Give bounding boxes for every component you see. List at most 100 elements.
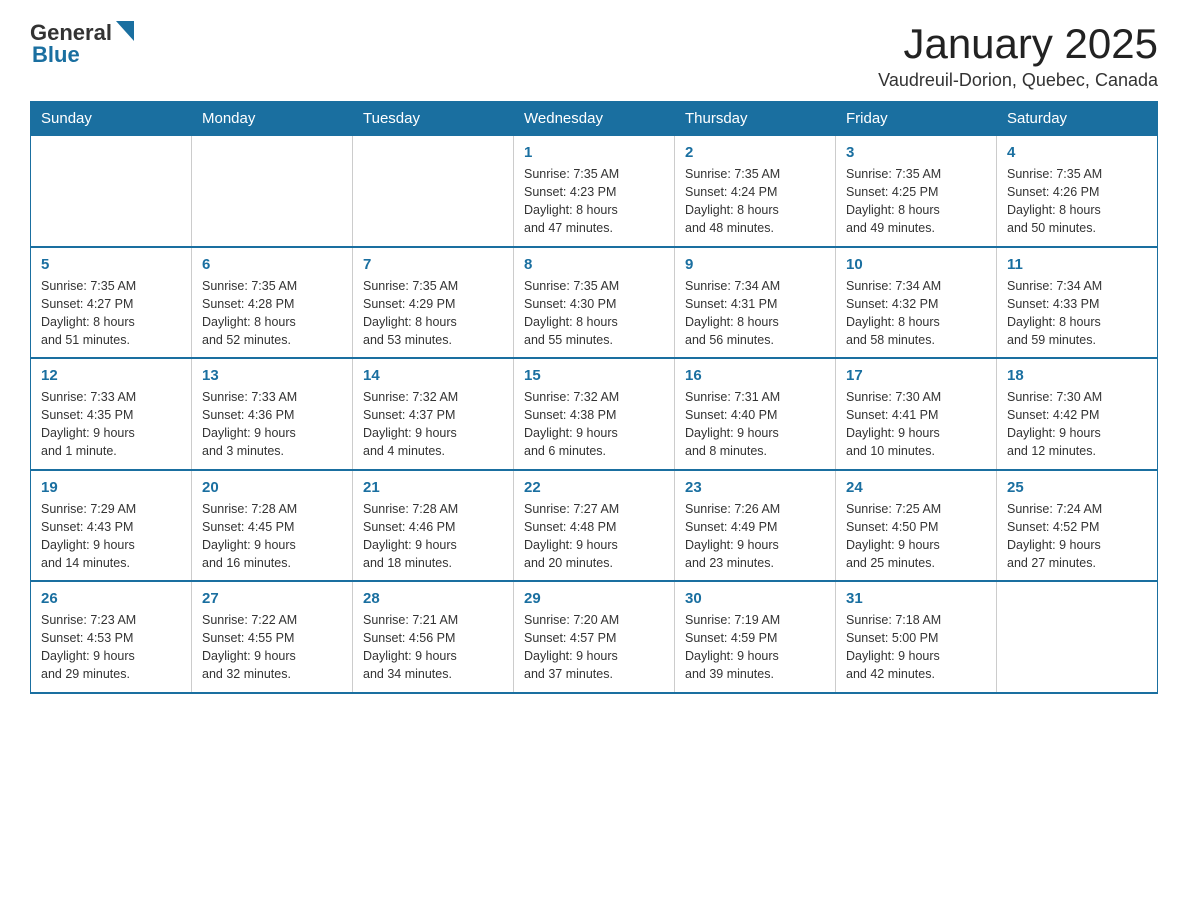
weekday-header: Sunday [31,102,192,136]
day-number: 3 [846,144,986,161]
calendar-header: SundayMondayTuesdayWednesdayThursdayFrid… [31,102,1158,136]
day-number: 7 [363,256,503,273]
calendar-cell: 17Sunrise: 7:30 AM Sunset: 4:41 PM Dayli… [836,358,997,470]
day-info: Sunrise: 7:35 AM Sunset: 4:24 PM Dayligh… [685,165,825,238]
day-number: 21 [363,479,503,496]
day-info: Sunrise: 7:31 AM Sunset: 4:40 PM Dayligh… [685,388,825,461]
calendar-cell: 28Sunrise: 7:21 AM Sunset: 4:56 PM Dayli… [353,581,514,693]
calendar-cell: 30Sunrise: 7:19 AM Sunset: 4:59 PM Dayli… [675,581,836,693]
day-number: 8 [524,256,664,273]
day-number: 26 [41,590,181,607]
weekday-header: Tuesday [353,102,514,136]
day-info: Sunrise: 7:35 AM Sunset: 4:23 PM Dayligh… [524,165,664,238]
logo-blue-text: Blue [30,42,80,68]
calendar-body: 1 Sunrise: 7:35 AM Sunset: 4:23 PM Daylig… [31,136,1158,693]
day-number: 13 [202,367,342,384]
day-info: Sunrise: 7:27 AM Sunset: 4:48 PM Dayligh… [524,500,664,573]
day-info: Sunrise: 7:22 AM Sunset: 4:55 PM Dayligh… [202,611,342,684]
calendar-cell: 23 Sunrise: 7:26 AM Sunset: 4:49 PM Dayli… [675,470,836,582]
day-number: 16 [685,367,825,384]
day-info: Sunrise: 7:32 AM Sunset: 4:38 PM Dayligh… [524,388,664,461]
day-info: Sunrise: 7:33 AM Sunset: 4:35 PM Dayligh… [41,388,181,461]
calendar-cell: 9 Sunrise: 7:34 AM Sunset: 4:31 PM Daylig… [675,247,836,359]
weekday-header: Wednesday [514,102,675,136]
logo-triangle-icon [116,21,134,46]
day-info: Sunrise: 7:26 AM Sunset: 4:49 PM Dayligh… [685,500,825,573]
calendar-cell: 6Sunrise: 7:35 AM Sunset: 4:28 PM Daylig… [192,247,353,359]
day-info: Sunrise: 7:34 AM Sunset: 4:32 PM Dayligh… [846,277,986,350]
day-number: 14 [363,367,503,384]
calendar-cell: 24Sunrise: 7:25 AM Sunset: 4:50 PM Dayli… [836,470,997,582]
day-info: Sunrise: 7:24 AM Sunset: 4:52 PM Dayligh… [1007,500,1147,573]
calendar-cell: 12 Sunrise: 7:33 AM Sunset: 4:35 PM Dayli… [31,358,192,470]
logo: General Blue [30,20,134,68]
calendar-cell: 7 Sunrise: 7:35 AM Sunset: 4:29 PM Daylig… [353,247,514,359]
day-info: Sunrise: 7:30 AM Sunset: 4:41 PM Dayligh… [846,388,986,461]
day-info: Sunrise: 7:29 AM Sunset: 4:43 PM Dayligh… [41,500,181,573]
day-number: 24 [846,479,986,496]
calendar-cell: 5 Sunrise: 7:35 AM Sunset: 4:27 PM Daylig… [31,247,192,359]
day-number: 15 [524,367,664,384]
calendar-cell [31,136,192,247]
day-info: Sunrise: 7:18 AM Sunset: 5:00 PM Dayligh… [846,611,986,684]
day-number: 12 [41,367,181,384]
day-number: 9 [685,256,825,273]
calendar-week-row: 12 Sunrise: 7:33 AM Sunset: 4:35 PM Dayli… [31,358,1158,470]
calendar-cell: 11Sunrise: 7:34 AM Sunset: 4:33 PM Dayli… [997,247,1158,359]
calendar-cell [997,581,1158,693]
calendar-cell: 27Sunrise: 7:22 AM Sunset: 4:55 PM Dayli… [192,581,353,693]
calendar-cell: 3Sunrise: 7:35 AM Sunset: 4:25 PM Daylig… [836,136,997,247]
weekday-header: Monday [192,102,353,136]
day-info: Sunrise: 7:30 AM Sunset: 4:42 PM Dayligh… [1007,388,1147,461]
day-number: 19 [41,479,181,496]
location-title: Vaudreuil-Dorion, Quebec, Canada [878,70,1158,91]
day-info: Sunrise: 7:34 AM Sunset: 4:31 PM Dayligh… [685,277,825,350]
day-number: 20 [202,479,342,496]
calendar-cell: 2Sunrise: 7:35 AM Sunset: 4:24 PM Daylig… [675,136,836,247]
calendar-cell: 25Sunrise: 7:24 AM Sunset: 4:52 PM Dayli… [997,470,1158,582]
day-number: 5 [41,256,181,273]
calendar-cell: 14 Sunrise: 7:32 AM Sunset: 4:37 PM Dayli… [353,358,514,470]
calendar-week-row: 5 Sunrise: 7:35 AM Sunset: 4:27 PM Daylig… [31,247,1158,359]
calendar-cell: 10 Sunrise: 7:34 AM Sunset: 4:32 PM Dayli… [836,247,997,359]
day-info: Sunrise: 7:32 AM Sunset: 4:37 PM Dayligh… [363,388,503,461]
day-number: 23 [685,479,825,496]
day-number: 31 [846,590,986,607]
calendar-cell [353,136,514,247]
day-number: 18 [1007,367,1147,384]
weekday-header: Thursday [675,102,836,136]
day-info: Sunrise: 7:35 AM Sunset: 4:26 PM Dayligh… [1007,165,1147,238]
title-block: January 2025 Vaudreuil-Dorion, Quebec, C… [878,20,1158,91]
day-info: Sunrise: 7:28 AM Sunset: 4:46 PM Dayligh… [363,500,503,573]
calendar-cell: 19 Sunrise: 7:29 AM Sunset: 4:43 PM Dayli… [31,470,192,582]
day-number: 22 [524,479,664,496]
weekday-header: Friday [836,102,997,136]
weekday-header: Saturday [997,102,1158,136]
calendar-cell: 15 Sunrise: 7:32 AM Sunset: 4:38 PM Dayli… [514,358,675,470]
calendar-cell: 8 Sunrise: 7:35 AM Sunset: 4:30 PM Daylig… [514,247,675,359]
day-number: 30 [685,590,825,607]
calendar-cell: 22 Sunrise: 7:27 AM Sunset: 4:48 PM Dayli… [514,470,675,582]
day-info: Sunrise: 7:21 AM Sunset: 4:56 PM Dayligh… [363,611,503,684]
day-number: 10 [846,256,986,273]
day-info: Sunrise: 7:20 AM Sunset: 4:57 PM Dayligh… [524,611,664,684]
day-info: Sunrise: 7:35 AM Sunset: 4:30 PM Dayligh… [524,277,664,350]
calendar-cell: 1 Sunrise: 7:35 AM Sunset: 4:23 PM Daylig… [514,136,675,247]
calendar-cell [192,136,353,247]
day-info: Sunrise: 7:35 AM Sunset: 4:27 PM Dayligh… [41,277,181,350]
calendar-cell: 26 Sunrise: 7:23 AM Sunset: 4:53 PM Dayli… [31,581,192,693]
calendar-week-row: 19 Sunrise: 7:29 AM Sunset: 4:43 PM Dayli… [31,470,1158,582]
day-number: 29 [524,590,664,607]
calendar-cell: 18 Sunrise: 7:30 AM Sunset: 4:42 PM Dayli… [997,358,1158,470]
calendar-cell: 21 Sunrise: 7:28 AM Sunset: 4:46 PM Dayli… [353,470,514,582]
day-info: Sunrise: 7:34 AM Sunset: 4:33 PM Dayligh… [1007,277,1147,350]
day-info: Sunrise: 7:28 AM Sunset: 4:45 PM Dayligh… [202,500,342,573]
day-number: 6 [202,256,342,273]
day-number: 1 [524,144,664,161]
calendar-cell: 16 Sunrise: 7:31 AM Sunset: 4:40 PM Dayli… [675,358,836,470]
calendar-cell: 29 Sunrise: 7:20 AM Sunset: 4:57 PM Dayli… [514,581,675,693]
day-info: Sunrise: 7:33 AM Sunset: 4:36 PM Dayligh… [202,388,342,461]
day-info: Sunrise: 7:35 AM Sunset: 4:29 PM Dayligh… [363,277,503,350]
day-info: Sunrise: 7:23 AM Sunset: 4:53 PM Dayligh… [41,611,181,684]
calendar-cell: 20 Sunrise: 7:28 AM Sunset: 4:45 PM Dayli… [192,470,353,582]
